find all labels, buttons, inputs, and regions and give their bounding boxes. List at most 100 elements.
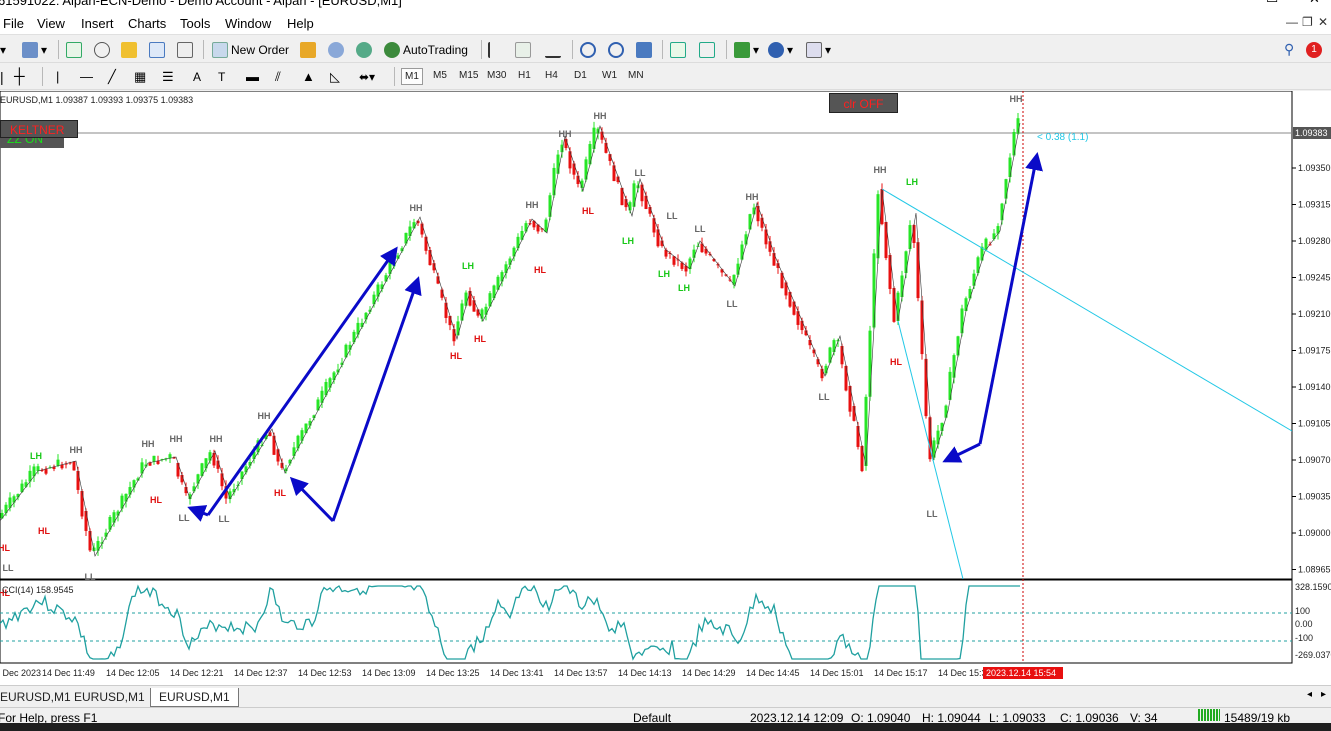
horizontal-line-icon[interactable]: —: [80, 67, 93, 86]
strategy-tester-icon[interactable]: [177, 40, 196, 59]
line-chart-icon[interactable]: [545, 40, 564, 59]
zigzag-label: HH: [170, 434, 183, 444]
cursor-icon[interactable]: |: [0, 67, 4, 86]
keltner-button[interactable]: KELTNER: [0, 120, 78, 138]
indicators-button[interactable]: ▾: [734, 40, 759, 59]
candle-body: [412, 222, 416, 229]
text-icon[interactable]: A: [193, 67, 201, 86]
candle-body: [876, 194, 880, 259]
menu-tools[interactable]: Tools: [180, 16, 210, 31]
zigzag-label: LH: [906, 177, 918, 187]
candle-body: [480, 309, 484, 319]
autoscroll-icon[interactable]: [670, 40, 689, 59]
menu-charts[interactable]: Charts: [128, 16, 166, 31]
vertical-line-icon[interactable]: |: [56, 67, 59, 86]
candle-body: [760, 217, 764, 228]
terminal-icon[interactable]: [149, 40, 168, 59]
candle-body: [456, 321, 460, 336]
chart-window[interactable]: 1.09350 1.09315 1.09280 1.09245 1.09210 1.091…: [0, 91, 1331, 685]
price-axis-label: 1.09315: [1298, 200, 1331, 210]
candle-body: [924, 358, 928, 417]
candle-body: [364, 312, 368, 320]
tf-h1[interactable]: H1: [515, 68, 534, 83]
candle-body: [748, 214, 752, 230]
candle-body: [556, 154, 560, 174]
tf-m5[interactable]: M5: [430, 68, 450, 83]
crosshair-icon[interactable]: ┼: [14, 67, 25, 86]
tab-scroll-right-icon[interactable]: ▸: [1321, 689, 1326, 700]
tf-w1[interactable]: W1: [599, 68, 620, 83]
candle-body: [72, 461, 76, 471]
signals-icon[interactable]: [328, 40, 347, 59]
close-icon[interactable]: ✕: [1309, 0, 1320, 7]
periods-button[interactable]: ▾: [768, 40, 793, 59]
market-watch-icon[interactable]: [66, 40, 85, 59]
notifications-icon[interactable]: 1: [1306, 40, 1322, 59]
mdi-minimize-icon[interactable]: —: [1286, 15, 1298, 29]
restore-icon[interactable]: ▭: [1266, 0, 1278, 7]
zigzag-label: HL: [890, 357, 902, 367]
candle-body: [44, 468, 48, 474]
menu-view[interactable]: View: [37, 16, 65, 31]
chart-canvas[interactable]: 1.09350 1.09315 1.09280 1.09245 1.09210 1.091…: [0, 91, 1331, 685]
trendline-icon[interactable]: ╱: [108, 67, 116, 86]
tf-m1[interactable]: M1: [401, 68, 423, 85]
candle-body: [920, 300, 924, 355]
tf-d1[interactable]: D1: [571, 68, 590, 83]
equidistant-channel-icon[interactable]: ▦: [134, 67, 146, 86]
clr-off-button[interactable]: clr OFF: [829, 93, 898, 113]
text-label-icon[interactable]: T: [218, 67, 225, 86]
autotrading-button[interactable]: AutoTrading: [384, 40, 468, 59]
candle-body: [908, 225, 912, 249]
channel-icon[interactable]: ⫽: [275, 67, 281, 86]
menu-help[interactable]: Help: [287, 16, 314, 31]
new-order-button[interactable]: New Order: [212, 40, 289, 59]
candle-body: [128, 487, 132, 495]
fibonacci-icon[interactable]: ☰: [162, 67, 174, 86]
zoom-out-icon[interactable]: [608, 40, 627, 59]
metaeditor-icon[interactable]: [300, 40, 319, 59]
tf-m30[interactable]: M30: [484, 68, 509, 83]
mdi-close-icon[interactable]: ✕: [1318, 15, 1328, 29]
zigzag-label: HH: [70, 445, 83, 455]
main-pane: [0, 91, 1293, 580]
zigzag-label: HH: [1010, 94, 1023, 104]
triangle-icon[interactable]: ▲: [302, 67, 315, 86]
tab-chart-2[interactable]: EURUSD,M1: [66, 688, 153, 707]
candlestick-icon[interactable]: [515, 40, 534, 59]
navigator-icon[interactable]: [121, 40, 140, 59]
price-axis-label: 1.08965: [1298, 565, 1331, 575]
data-window-icon[interactable]: [94, 40, 113, 59]
candle-body: [972, 273, 976, 286]
menu-window[interactable]: Window: [225, 16, 271, 31]
mdi-restore-icon[interactable]: ❐: [1302, 15, 1313, 29]
market-icon[interactable]: [356, 40, 375, 59]
zoom-in-icon[interactable]: [580, 40, 599, 59]
templates-button[interactable]: ▾: [806, 40, 831, 59]
candle-body: [244, 466, 248, 473]
tab-chart-3[interactable]: EURUSD,M1: [150, 688, 239, 707]
tf-mn[interactable]: MN: [625, 68, 647, 83]
rectangle-icon[interactable]: ▬: [246, 67, 259, 86]
candle-body: [56, 459, 60, 466]
new-chart-arrow-icon[interactable]: ▾: [0, 40, 6, 59]
candle-body: [904, 251, 908, 273]
time-axis-label: 14 Dec 14:29: [682, 668, 736, 678]
profiles-button[interactable]: ▾: [22, 40, 47, 59]
chart-shift-icon[interactable]: [699, 40, 718, 59]
menu-insert[interactable]: Insert: [81, 16, 114, 31]
tab-scroll-left-icon[interactable]: ◂: [1307, 689, 1312, 700]
candle-body: [800, 320, 804, 331]
bar-chart-icon[interactable]: [488, 40, 507, 59]
candle-body: [544, 219, 548, 233]
gann-icon[interactable]: ◺: [330, 67, 340, 86]
arrows-button[interactable]: ⬌▾: [359, 67, 375, 86]
tf-h4[interactable]: H4: [542, 68, 561, 83]
tile-windows-icon[interactable]: [636, 40, 655, 59]
search-icon[interactable]: ⚲: [1284, 40, 1294, 59]
price-axis-label: 1.09140: [1298, 382, 1331, 392]
candle-body: [292, 447, 296, 456]
tf-m15[interactable]: M15: [456, 68, 481, 83]
menu-file[interactable]: File: [3, 16, 24, 31]
zigzag-label: HL: [450, 351, 462, 361]
